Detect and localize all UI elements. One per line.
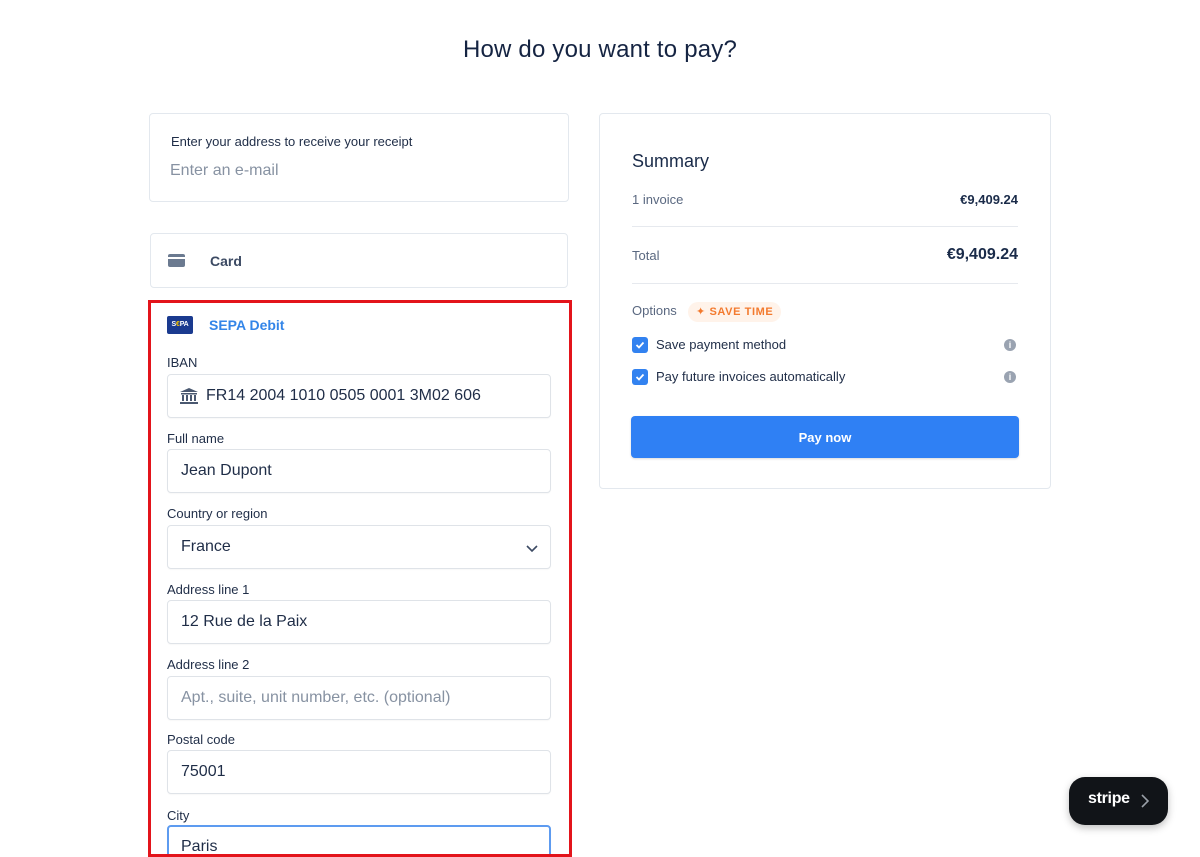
country-select[interactable]: France (167, 525, 551, 569)
full-name-field[interactable]: Jean Dupont (167, 449, 551, 493)
country-label: Country or region (167, 506, 268, 521)
address-line-1-label: Address line 1 (167, 582, 250, 597)
sparkle-icon: ✦ (696, 306, 706, 318)
iban-field[interactable]: FR14 2004 1010 0505 0001 3M02 606 (167, 374, 551, 418)
address-line-1-field[interactable]: 12 Rue de la Paix (167, 600, 551, 644)
save-time-badge-text: SAVE TIME (709, 306, 774, 318)
payment-method-card[interactable]: Card (150, 233, 568, 288)
total-label: Total (632, 248, 660, 263)
city-label: City (167, 808, 190, 823)
sepa-logo-icon: S€PA (167, 316, 193, 334)
save-payment-method-checkbox[interactable] (632, 337, 648, 353)
postal-code-field[interactable]: 75001 (167, 750, 551, 794)
payment-method-sepa-label[interactable]: SEPA Debit (209, 317, 284, 333)
email-label: Enter your address to receive your recei… (171, 134, 413, 149)
stripe-logo: stripe (1088, 790, 1130, 807)
save-time-badge: ✦ SAVE TIME (688, 302, 782, 322)
city-value: Paris (181, 838, 218, 855)
summary-title: Summary (632, 151, 710, 171)
full-name-value: Jean Dupont (181, 462, 272, 479)
address-line-2-label: Address line 2 (167, 657, 250, 672)
checkmark-icon (635, 373, 645, 381)
postal-code-value: 75001 (181, 763, 226, 780)
info-icon[interactable]: i (1004, 339, 1016, 351)
city-field[interactable]: Paris (167, 825, 551, 855)
chevron-right-icon (1141, 794, 1149, 808)
email-input[interactable] (170, 162, 540, 180)
postal-code-label: Postal code (167, 732, 235, 747)
country-value: France (181, 538, 231, 555)
pay-automatically-label[interactable]: Pay future invoices automatically (656, 369, 845, 384)
summary-divider (632, 283, 1018, 284)
info-icon[interactable]: i (1004, 371, 1016, 383)
summary-card: Summary 1 invoice €9,409.24 Total €9,409… (599, 113, 1051, 489)
sepa-debit-panel: S€PA SEPA Debit IBAN FR14 2004 1010 0505… (148, 300, 572, 857)
address-line-1-value: 12 Rue de la Paix (181, 613, 308, 630)
pay-now-button[interactable]: Pay now (631, 416, 1019, 458)
full-name-label: Full name (167, 431, 225, 446)
bank-icon (180, 388, 198, 404)
iban-label: IBAN (167, 355, 198, 370)
checkmark-icon (635, 341, 645, 349)
page-title: How do you want to pay? (462, 36, 738, 63)
options-label: Options (632, 303, 677, 318)
email-receipt-card: Enter your address to receive your recei… (149, 113, 569, 202)
invoice-amount: €9,409.24 (960, 192, 1018, 207)
payment-method-card-label: Card (210, 253, 242, 269)
save-payment-method-label[interactable]: Save payment method (656, 337, 786, 352)
address-line-2-field[interactable]: Apt., suite, unit number, etc. (optional… (167, 676, 551, 720)
pay-automatically-checkbox[interactable] (632, 369, 648, 385)
summary-divider (632, 226, 1018, 227)
stripe-badge[interactable]: stripe (1069, 777, 1168, 825)
chevron-down-icon (526, 545, 538, 553)
credit-card-icon (168, 254, 185, 267)
address-line-2-placeholder: Apt., suite, unit number, etc. (optional… (181, 689, 451, 706)
total-amount: €9,409.24 (946, 246, 1018, 263)
iban-value: FR14 2004 1010 0505 0001 3M02 606 (206, 387, 481, 404)
invoice-count-label: 1 invoice (632, 192, 684, 207)
